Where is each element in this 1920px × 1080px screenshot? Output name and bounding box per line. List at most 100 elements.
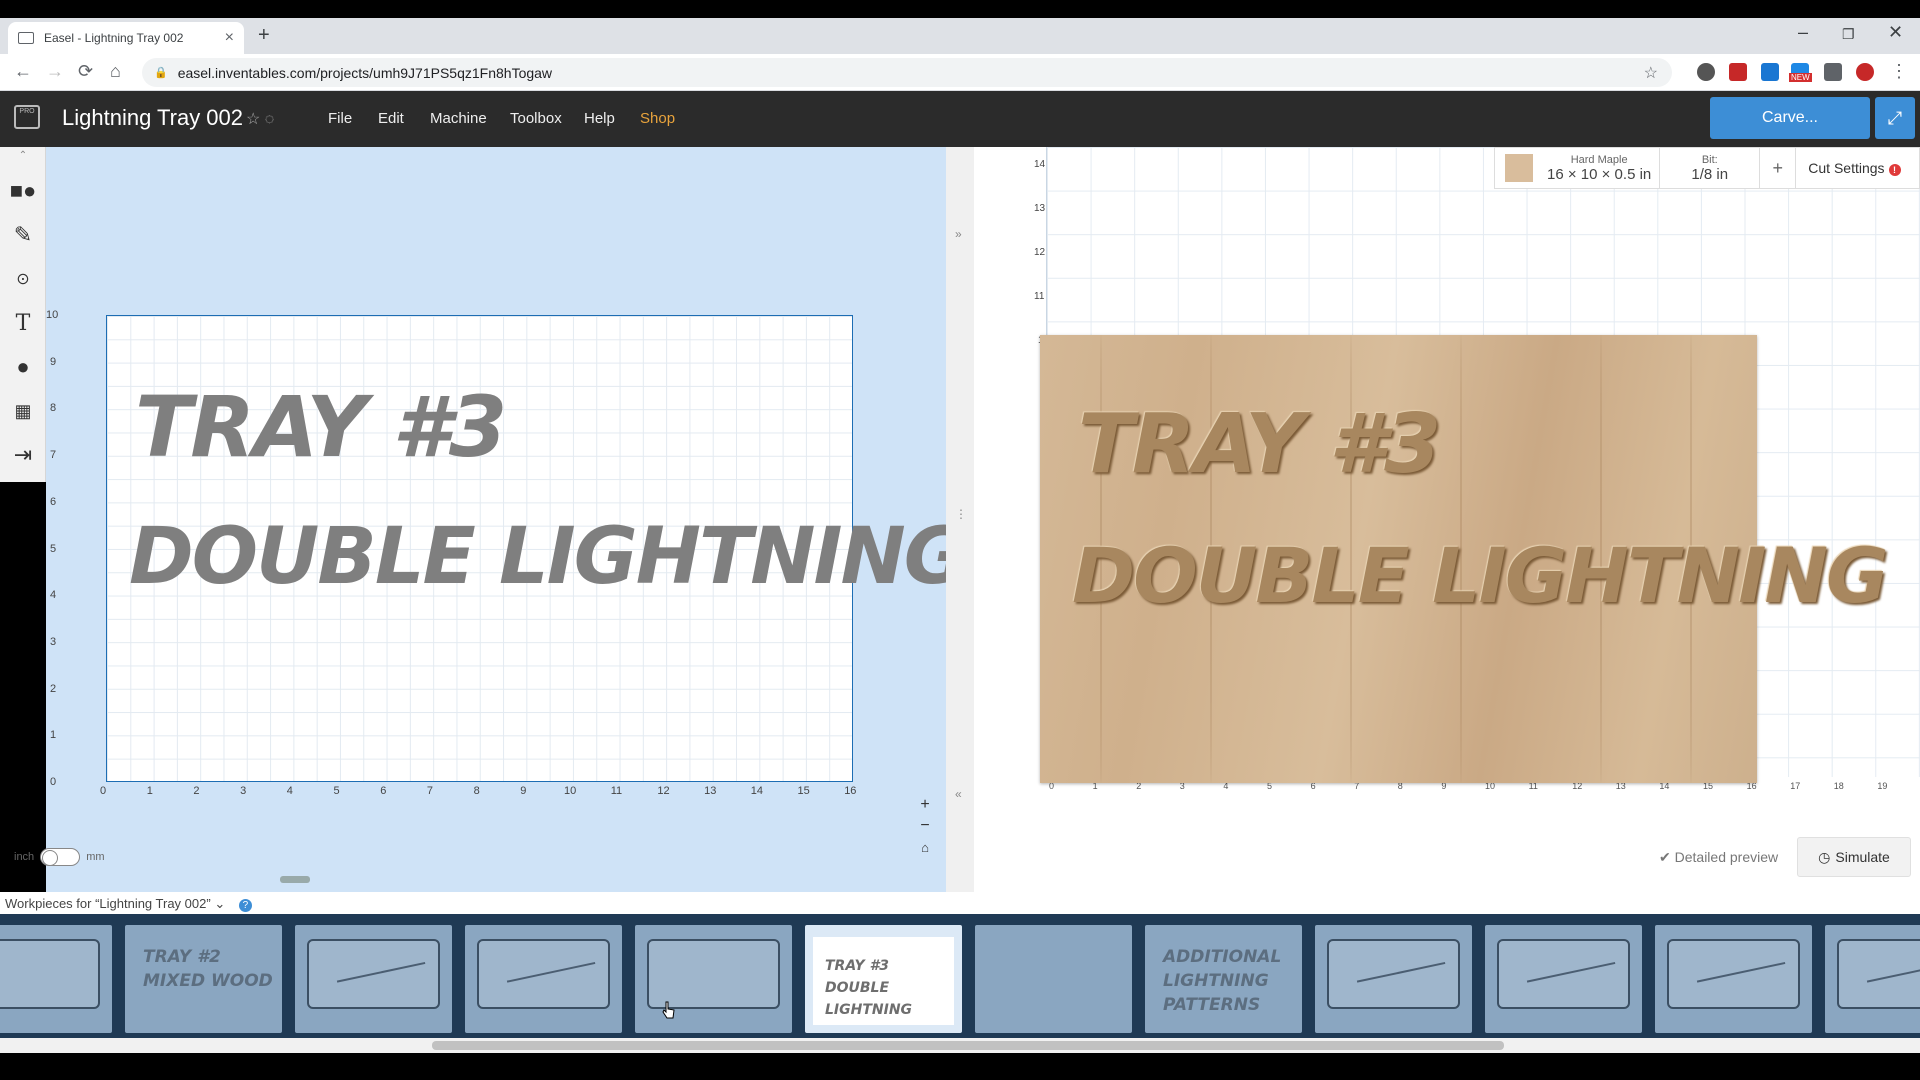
workpiece-card[interactable] <box>0 925 112 1033</box>
workpieces-title: Workpieces for “Lightning Tray 002” <box>5 896 211 911</box>
workpiece-card[interactable]: ADDITIONAL LIGHTNING PATTERNS <box>1145 925 1302 1033</box>
material-bar: Hard Maple 16 × 10 × 0.5 in Bit: 1/8 in … <box>1494 147 1920 189</box>
browser-tab[interactable]: Easel - Lightning Tray 002 × <box>8 22 244 54</box>
zoom-out-icon[interactable]: − <box>914 817 936 837</box>
forward-icon[interactable]: → <box>46 61 64 82</box>
bookmark-star-icon[interactable]: ☆ <box>1644 63 1658 83</box>
address-bar[interactable]: 🔒 easel.inventables.com/projects/umh9J71… <box>142 58 1672 87</box>
design-y-tick: 4 <box>50 589 57 602</box>
workpiece-card[interactable] <box>975 925 1132 1033</box>
workpiece-card[interactable]: TRAY #3 DOUBLE LIGHTNING <box>805 925 962 1033</box>
easel-pro-logo[interactable]: PRO <box>14 105 40 129</box>
restore-icon[interactable]: ❐ <box>1842 26 1855 43</box>
unit-toggle[interactable] <box>40 848 81 866</box>
expand-left-icon[interactable]: « <box>955 787 962 801</box>
close-tab-icon[interactable]: × <box>225 29 234 47</box>
workpieces-header[interactable]: Workpieces for “Lightning Tray 002” ⌄ ? <box>0 892 1920 914</box>
menu-toolbox[interactable]: Toolbox <box>510 110 562 127</box>
new-tab-icon[interactable]: + <box>258 24 270 47</box>
design-board[interactable]: TRAY #3 DOUBLE LIGHTNING <box>106 315 968 782</box>
collapse-tools-icon[interactable]: ⌃ <box>0 147 46 163</box>
menu-help[interactable]: Help <box>584 110 615 127</box>
workpiece-card[interactable] <box>635 925 792 1033</box>
extensions-puzzle-icon[interactable] <box>1824 63 1842 81</box>
design-y-tick: 7 <box>50 449 57 462</box>
drag-handle-icon[interactable]: ⋮ <box>955 507 967 521</box>
design-y-tick: 5 <box>50 542 57 555</box>
material-info[interactable]: Hard Maple 16 × 10 × 0.5 in <box>1539 148 1661 188</box>
new-badge: NEW <box>1789 73 1812 82</box>
lightning-pattern-icon <box>1526 961 1622 1011</box>
shapes-icon[interactable]: ■● <box>0 169 46 213</box>
horizontal-scroll-thumb[interactable] <box>280 876 310 883</box>
extension-trello-icon[interactable] <box>1761 63 1779 81</box>
design-y-tick: 9 <box>50 355 57 368</box>
design-x-tick: 12 <box>657 785 670 797</box>
workpiece-card[interactable] <box>1315 925 1472 1033</box>
menu-file[interactable]: File <box>328 110 352 127</box>
window-close-icon[interactable]: ✕ <box>1888 22 1903 43</box>
workpiece-card[interactable] <box>295 925 452 1033</box>
lightning-pattern-icon <box>506 961 602 1011</box>
workpiece-thumbnail <box>1837 939 1920 1011</box>
home-icon[interactable]: ⌂ <box>110 61 121 82</box>
workpiece-card[interactable] <box>1655 925 1812 1033</box>
workpiece-card[interactable]: TRAY #2 MIXED WOOD <box>125 925 282 1033</box>
workpiece-thumbnail <box>0 939 100 1009</box>
unit-mm-label: mm <box>86 851 105 863</box>
design-x-tick: 9 <box>520 785 527 797</box>
profile-icon[interactable] <box>1856 63 1874 81</box>
fullscreen-icon[interactable]: ⤢ <box>1875 97 1915 139</box>
warning-icon: ! <box>1888 164 1901 176</box>
workpieces-scroll-thumb[interactable] <box>432 1041 1504 1050</box>
design-text-double-lightning[interactable]: DOUBLE LIGHTNING <box>129 512 968 602</box>
chevron-down-icon[interactable]: ⌄ <box>214 896 225 911</box>
simulate-button[interactable]: ◷ Simulate <box>1797 837 1911 877</box>
extension-circle-icon[interactable] <box>1697 63 1715 81</box>
workpiece-label: ADDITIONAL LIGHTNING PATTERNS <box>1163 947 1282 1015</box>
browser-menu-icon[interactable]: ⋮ <box>1890 61 1908 82</box>
import-icon[interactable]: ⇥ <box>0 433 46 477</box>
expand-right-icon[interactable]: » <box>955 227 962 241</box>
point-icon[interactable]: ⊙ <box>0 257 46 301</box>
design-x-tick: 16 <box>844 785 857 797</box>
zoom-in-icon[interactable]: + <box>914 796 936 816</box>
design-x-tick: 0 <box>100 785 107 797</box>
project-title[interactable]: Lightning Tray 002 <box>62 105 243 131</box>
design-y-tick: 8 <box>50 402 57 415</box>
design-text-tray3[interactable]: TRAY #3 <box>135 378 507 476</box>
icon-library-icon[interactable]: ● <box>0 345 46 389</box>
add-bit-button[interactable]: + <box>1760 148 1797 188</box>
bit-info[interactable]: Bit: 1/8 in <box>1660 148 1761 188</box>
workpieces-strip: TRAY #2 MIXED WOOD TRAY #3 DOUBLE LIGHTNING… <box>0 914 1920 1038</box>
apps-icon[interactable]: ▦ <box>0 389 46 433</box>
mouse-cursor-icon <box>662 1001 675 1019</box>
pen-icon[interactable]: ✎ <box>0 213 46 257</box>
workpiece-card[interactable] <box>1485 925 1642 1033</box>
detailed-preview-toggle[interactable]: ✔ Detailed preview <box>1659 849 1778 866</box>
text-icon[interactable]: T <box>0 301 46 345</box>
favorite-star-icon[interactable]: ☆ ◌ <box>246 109 274 129</box>
carve-button[interactable]: Carve... <box>1710 97 1870 139</box>
minimize-icon[interactable]: – <box>1798 22 1808 43</box>
menu-edit[interactable]: Edit <box>378 110 404 127</box>
design-canvas[interactable]: TRAY #3 DOUBLE LIGHTNING 10 9 8 7 6 5 4 3 2 1 0 01… <box>46 147 987 892</box>
workpiece-card[interactable] <box>465 925 622 1033</box>
design-x-tick: 14 <box>750 785 764 797</box>
menu-machine[interactable]: Machine <box>430 110 487 127</box>
reload-icon[interactable]: ⟳ <box>78 61 93 82</box>
workpiece-card[interactable] <box>1825 925 1920 1033</box>
zoom-home-icon[interactable]: ⌂ <box>914 840 936 860</box>
menu-shop[interactable]: Shop <box>640 110 675 127</box>
help-icon[interactable]: ? <box>238 899 252 912</box>
back-icon[interactable]: ← <box>14 61 32 82</box>
workpiece-thumbnail <box>1327 939 1460 1011</box>
cut-settings-button[interactable]: Cut Settings! <box>1796 160 1901 176</box>
preview-y-tick: 11 <box>1034 291 1045 302</box>
design-x-tick: 11 <box>610 785 623 797</box>
panel-splitter[interactable]: » ⋮ « <box>946 147 974 892</box>
material-swatch[interactable] <box>1505 154 1533 182</box>
extension-pdf-icon[interactable] <box>1729 63 1747 81</box>
extension-new-icon[interactable]: NEW <box>1789 63 1812 82</box>
workpieces-scrollbar[interactable] <box>0 1038 1920 1053</box>
